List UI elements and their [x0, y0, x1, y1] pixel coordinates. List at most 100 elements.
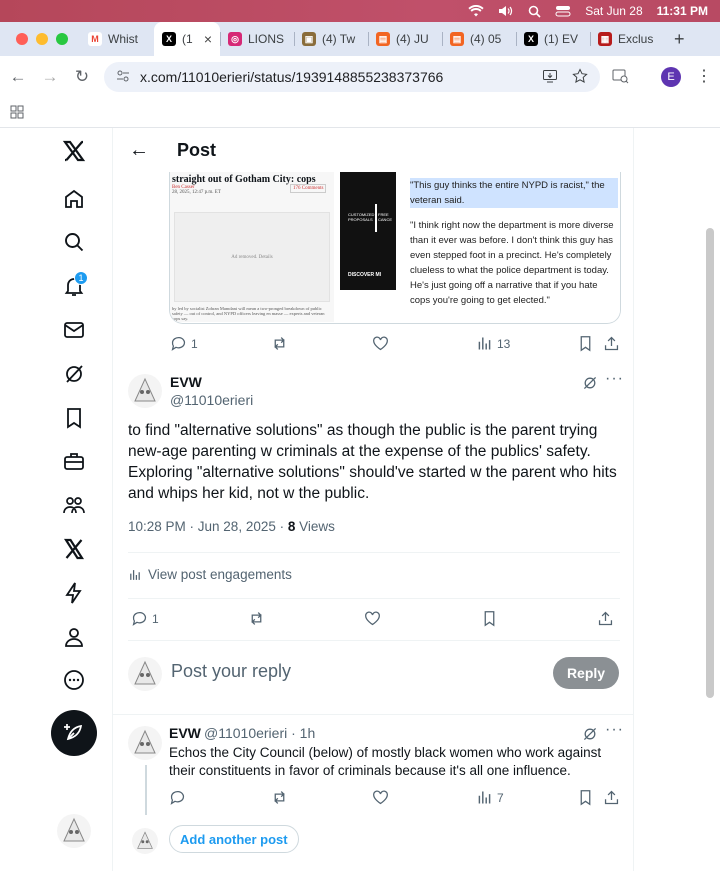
compose-post-button[interactable]	[51, 710, 97, 756]
x-logo-icon[interactable]	[59, 136, 89, 166]
explore-search-icon[interactable]	[59, 227, 89, 257]
new-tab-button[interactable]: +	[664, 29, 695, 50]
view-engagements-link[interactable]: View post engagements	[128, 567, 292, 582]
reply-author-avatar[interactable]	[128, 726, 162, 760]
highlighted-quote: "This guy thinks the entire NYPD is raci…	[410, 178, 618, 208]
browser-toolbar: ← → ↻ x.com/11010erieri/status/193914885…	[0, 56, 720, 98]
views-button[interactable]: 13	[476, 335, 510, 352]
more-options-icon[interactable]: ···	[605, 721, 624, 739]
browser-menu-icon[interactable]: ⋮	[696, 66, 712, 86]
more-options-icon[interactable]: ···	[605, 370, 624, 388]
close-window-button[interactable]	[16, 33, 28, 45]
repost-button[interactable]	[271, 335, 288, 352]
apps-grid-icon[interactable]	[10, 105, 24, 124]
discover-label: DISCOVER MI	[348, 272, 382, 278]
search-icon[interactable]	[528, 5, 541, 18]
tab-label: (4) Tw	[322, 32, 356, 46]
share-button[interactable]	[603, 335, 620, 352]
reply-count: 1	[191, 336, 198, 351]
home-icon[interactable]	[59, 184, 89, 214]
bookmark-star-icon[interactable]	[572, 67, 588, 87]
browser-tab[interactable]: ▣ (4) Tw	[294, 22, 368, 56]
jobs-briefcase-icon[interactable]	[59, 447, 89, 477]
reload-button[interactable]: ↻	[66, 67, 98, 87]
like-button[interactable]	[364, 610, 381, 627]
premium-x-icon[interactable]	[59, 534, 89, 564]
back-button[interactable]: ←	[2, 67, 34, 87]
share-button[interactable]	[597, 610, 614, 627]
profile-icon[interactable]	[59, 622, 89, 652]
author-handle[interactable]: @11010erieri	[170, 392, 253, 408]
menu-bar-date[interactable]: Sat Jun 28	[585, 4, 642, 18]
browser-tab-active[interactable]: X (1 ×	[154, 22, 220, 56]
grok-icon[interactable]	[59, 359, 89, 389]
feather-plus-icon	[64, 724, 83, 741]
like-button[interactable]	[372, 335, 389, 352]
reply-input[interactable]: Post your reply	[171, 661, 291, 682]
repost-button[interactable]	[271, 789, 288, 806]
substack-icon: ▤	[376, 32, 390, 46]
my-avatar[interactable]	[128, 657, 162, 691]
reply-button[interactable]: 1	[131, 610, 159, 627]
views-button[interactable]: 7	[476, 789, 504, 806]
account-avatar[interactable]	[57, 814, 91, 848]
reply-button[interactable]	[169, 789, 186, 806]
timestamp-text[interactable]: 10:28 PM · Jun 28, 2025 ·	[128, 519, 288, 534]
forward-button[interactable]: →	[34, 67, 66, 87]
back-arrow-icon[interactable]: ←	[129, 139, 159, 162]
address-bar[interactable]: x.com/11010erieri/status/193914885523837…	[104, 62, 600, 92]
bookmark-button[interactable]	[577, 335, 594, 352]
engagements-label: View post engagements	[148, 567, 292, 582]
reply-icon	[132, 611, 147, 626]
reply-icon	[171, 336, 186, 351]
author-name[interactable]: EVW	[170, 374, 202, 390]
bookmark-button[interactable]	[481, 610, 498, 627]
browser-tab[interactable]: X (1) EV	[516, 22, 590, 56]
bookmarks-icon[interactable]	[59, 403, 89, 433]
communities-icon[interactable]	[59, 490, 89, 520]
share-button[interactable]	[603, 789, 620, 806]
repost-button[interactable]	[248, 610, 265, 627]
browser-tab-strip: M Whist X (1 × ◎ LIONS ▣ (4) Tw ▤ (4) JU…	[0, 22, 720, 56]
reply-submit-button[interactable]: Reply	[553, 657, 619, 689]
reply-button[interactable]: 1	[170, 335, 198, 352]
browser-tab[interactable]: ▦ Exclus	[590, 22, 664, 56]
browser-tab[interactable]: M Whist	[80, 22, 154, 56]
bookmark-button[interactable]	[577, 789, 594, 806]
article-caption: by led by socialist Zohran Mamdani will …	[172, 306, 325, 321]
reply-author-name[interactable]: EVW	[169, 725, 201, 741]
embedded-screenshot-image[interactable]: straight out of Gotham City: cops Ben Ca…	[169, 172, 621, 324]
browser-tab[interactable]: ◎ LIONS	[220, 22, 294, 56]
volume-icon[interactable]	[498, 5, 514, 17]
menu-bar-time[interactable]: 11:31 PM	[657, 4, 708, 18]
tweet-timestamp: 10:28 PM · Jun 28, 2025 · 8 Views	[128, 519, 335, 534]
window-controls	[0, 33, 80, 45]
url-text[interactable]: x.com/11010erieri/status/193914885523837…	[140, 69, 443, 85]
control-center-icon[interactable]	[555, 5, 571, 17]
grok-icon[interactable]	[581, 374, 599, 392]
my-avatar-small[interactable]	[132, 828, 158, 854]
messages-envelope-icon[interactable]	[59, 315, 89, 345]
more-options-icon[interactable]	[59, 665, 89, 695]
author-avatar[interactable]	[128, 374, 162, 408]
site-info-icon[interactable]	[116, 69, 130, 86]
repost-icon	[274, 337, 285, 350]
grok-icon[interactable]	[581, 725, 599, 743]
maximize-window-button[interactable]	[56, 33, 68, 45]
side-panel-icon[interactable]	[612, 69, 629, 89]
page-scrollbar[interactable]	[706, 228, 714, 698]
profile-avatar[interactable]: E	[661, 67, 681, 87]
minimize-window-button[interactable]	[36, 33, 48, 45]
close-tab-icon[interactable]: ×	[204, 31, 212, 47]
install-app-icon[interactable]	[542, 68, 558, 87]
x-logo-icon: X	[162, 32, 176, 46]
views-count: 13	[497, 336, 511, 351]
browser-tab[interactable]: ▤ (4) JU	[368, 22, 442, 56]
reply-author-handle[interactable]: @11010erieri · 1h	[204, 725, 315, 741]
add-another-post-button[interactable]: Add another post	[169, 825, 299, 853]
like-button[interactable]	[372, 789, 389, 806]
verified-orgs-lightning-icon[interactable]	[59, 578, 89, 608]
divider	[128, 552, 620, 553]
wifi-icon[interactable]	[468, 5, 484, 17]
browser-tab[interactable]: ▤ (4) 05	[442, 22, 516, 56]
